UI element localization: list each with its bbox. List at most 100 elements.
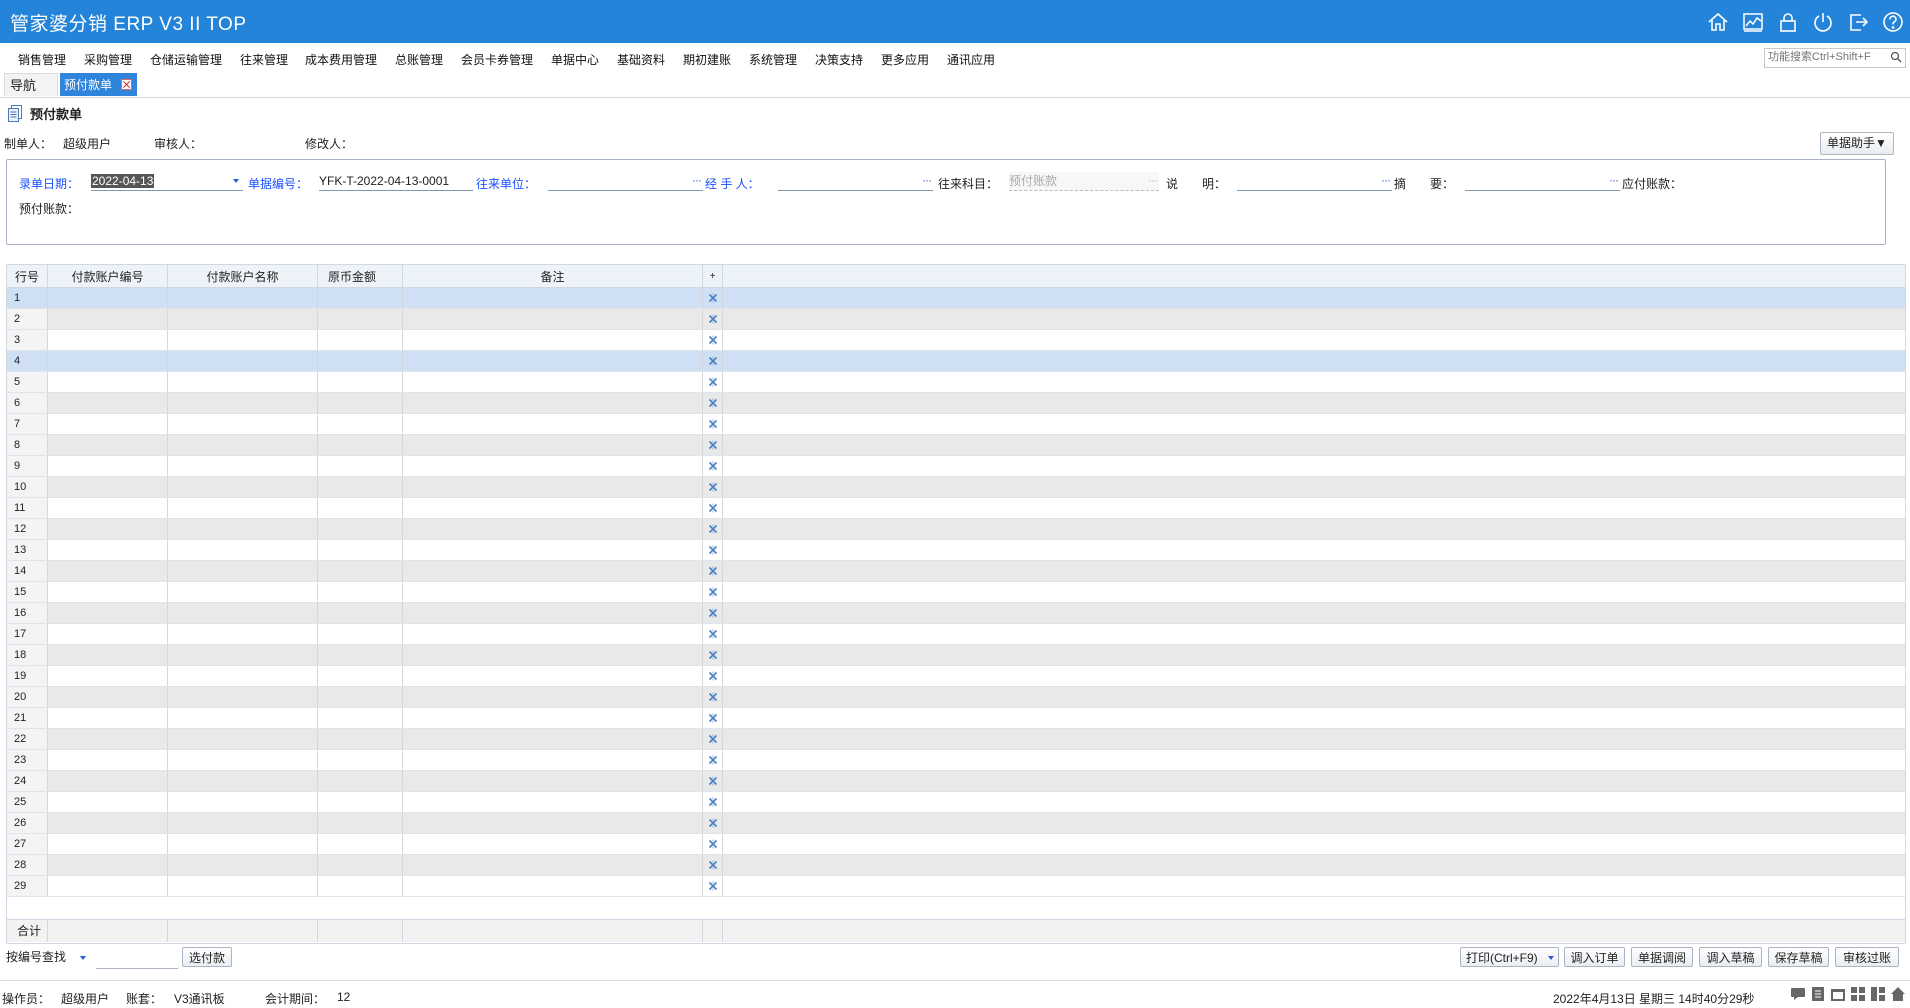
table-row[interactable]: 28 <box>7 855 1905 876</box>
grid-cell[interactable] <box>48 708 168 728</box>
grid-cell[interactable] <box>168 582 318 602</box>
grid-cell[interactable] <box>318 729 403 749</box>
grid-cell[interactable] <box>403 666 703 686</box>
delete-row-icon[interactable] <box>703 456 723 476</box>
delete-row-icon[interactable] <box>703 561 723 581</box>
grid-cell[interactable] <box>403 519 703 539</box>
message-icon[interactable] <box>1790 986 1806 1002</box>
grid-cell[interactable] <box>168 771 318 791</box>
delete-row-icon[interactable] <box>703 729 723 749</box>
table-row[interactable]: 17 <box>7 624 1905 645</box>
save-draft-button[interactable]: 保存草稿 <box>1768 947 1829 967</box>
explain-field[interactable]: ··· <box>1237 172 1392 191</box>
logout-icon[interactable] <box>1840 0 1875 43</box>
table-row[interactable]: 11 <box>7 498 1905 519</box>
grid-cell[interactable] <box>168 708 318 728</box>
print-button[interactable]: 打印(Ctrl+F9) <box>1460 947 1559 967</box>
grid-cell[interactable] <box>48 876 168 896</box>
handler-field[interactable]: ··· <box>778 172 933 191</box>
table-row[interactable]: 23 <box>7 750 1905 771</box>
grid-cell[interactable] <box>318 477 403 497</box>
delete-row-icon[interactable] <box>703 498 723 518</box>
grid-cell[interactable] <box>48 834 168 854</box>
menu-decision[interactable]: 决策支持 <box>815 51 863 68</box>
power-icon[interactable] <box>1805 0 1840 43</box>
import-order-button[interactable]: 调入订单 <box>1564 947 1625 967</box>
chart-icon[interactable] <box>1735 0 1770 43</box>
grid-cell[interactable] <box>168 351 318 371</box>
column-header[interactable]: 付款账户编号 <box>48 265 168 287</box>
grid-cell[interactable] <box>403 393 703 413</box>
grid-cell[interactable] <box>48 645 168 665</box>
grid-cell[interactable] <box>318 666 403 686</box>
grid-cell[interactable] <box>48 666 168 686</box>
grid-cell[interactable] <box>48 393 168 413</box>
lock-icon[interactable] <box>1770 0 1805 43</box>
grid-cell[interactable] <box>403 540 703 560</box>
grid-cell[interactable] <box>403 561 703 581</box>
delete-row-icon[interactable] <box>703 414 723 434</box>
menu-purchase[interactable]: 采购管理 <box>84 51 132 68</box>
grid-cell[interactable] <box>48 288 168 308</box>
document-lookup-button[interactable]: 单据调阅 <box>1631 947 1693 967</box>
grid-cell[interactable] <box>48 330 168 350</box>
query-input[interactable] <box>96 948 178 969</box>
grid-cell[interactable] <box>403 582 703 602</box>
grid-cell[interactable] <box>48 561 168 581</box>
grid-cell[interactable] <box>168 330 318 350</box>
table-row[interactable]: 19 <box>7 666 1905 687</box>
grid-cell[interactable] <box>48 855 168 875</box>
grid-cell[interactable] <box>403 792 703 812</box>
delete-row-icon[interactable] <box>703 477 723 497</box>
grid-cell[interactable] <box>318 288 403 308</box>
import-draft-button[interactable]: 调入草稿 <box>1699 947 1762 967</box>
delete-row-icon[interactable] <box>703 582 723 602</box>
layout-icon[interactable] <box>1870 986 1886 1002</box>
function-search-input[interactable] <box>1765 49 1886 65</box>
grid-cell[interactable] <box>168 603 318 623</box>
chevron-down-icon[interactable] <box>1548 956 1554 960</box>
table-row[interactable]: 10 <box>7 477 1905 498</box>
grid-cell[interactable] <box>48 582 168 602</box>
help-icon[interactable] <box>1875 0 1910 43</box>
grid-cell[interactable] <box>168 645 318 665</box>
grid-cell[interactable] <box>318 687 403 707</box>
delete-row-icon[interactable] <box>703 393 723 413</box>
delete-row-icon[interactable] <box>703 666 723 686</box>
grid-cell[interactable] <box>403 834 703 854</box>
delete-row-icon[interactable] <box>703 771 723 791</box>
notebook-icon[interactable] <box>1810 986 1826 1002</box>
chevron-down-icon[interactable] <box>80 956 86 960</box>
grid-cell[interactable] <box>48 519 168 539</box>
add-column-button[interactable]: + <box>703 265 723 287</box>
grid-cell[interactable] <box>403 750 703 770</box>
grid-cell[interactable] <box>48 624 168 644</box>
grid-cell[interactable] <box>48 477 168 497</box>
grid-cell[interactable] <box>318 834 403 854</box>
menu-more-apps[interactable]: 更多应用 <box>881 51 929 68</box>
grid-cell[interactable] <box>403 477 703 497</box>
delete-row-icon[interactable] <box>703 540 723 560</box>
partner-field[interactable]: ··· <box>548 172 703 191</box>
summary-field[interactable]: ··· <box>1465 172 1620 191</box>
grid-cell[interactable] <box>318 498 403 518</box>
grid-cell[interactable] <box>403 603 703 623</box>
table-row[interactable]: 20 <box>7 687 1905 708</box>
grid-cell[interactable] <box>168 456 318 476</box>
grid-cell[interactable] <box>318 519 403 539</box>
grid-cell[interactable] <box>168 834 318 854</box>
table-row[interactable]: 3 <box>7 330 1905 351</box>
grid-cell[interactable] <box>403 435 703 455</box>
menu-contacts[interactable]: 往来管理 <box>240 51 288 68</box>
grid-cell[interactable] <box>403 876 703 896</box>
grid-cell[interactable] <box>318 309 403 329</box>
grid-cell[interactable] <box>48 792 168 812</box>
menu-ledger[interactable]: 总账管理 <box>395 51 443 68</box>
grid-cell[interactable] <box>403 414 703 434</box>
grid-cell[interactable] <box>48 540 168 560</box>
menu-opening[interactable]: 期初建账 <box>683 51 731 68</box>
grid-cell[interactable] <box>318 750 403 770</box>
table-row[interactable]: 16 <box>7 603 1905 624</box>
delete-row-icon[interactable] <box>703 876 723 896</box>
table-row[interactable]: 14 <box>7 561 1905 582</box>
